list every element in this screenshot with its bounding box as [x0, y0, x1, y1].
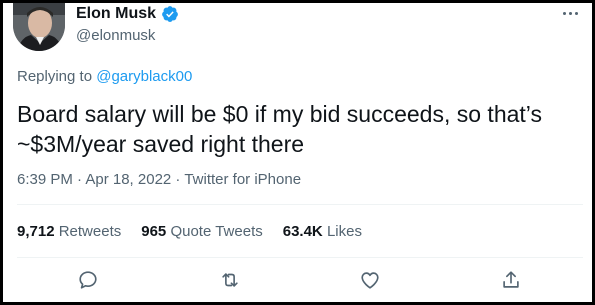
quote-tweets-count: 965	[141, 223, 167, 240]
avatar[interactable]	[13, 3, 65, 51]
more-options-icon[interactable]	[559, 5, 581, 21]
reply-mention-link[interactable]: @garyblack00	[96, 68, 192, 85]
author-name[interactable]: Elon Musk	[76, 5, 156, 23]
reply-button[interactable]	[77, 269, 101, 293]
author-name-row[interactable]: Elon Musk	[76, 5, 179, 23]
likes-count: 63.4K	[282, 223, 323, 240]
replying-to: Replying to @garyblack00	[17, 68, 192, 85]
tweet-text: Board salary will be $0 if my bid succee…	[17, 101, 542, 157]
reply-icon	[79, 271, 97, 289]
divider	[17, 204, 583, 205]
tweet-timestamp-source[interactable]: 6:39 PM · Apr 18, 2022 · Twitter for iPh…	[17, 171, 301, 188]
like-icon	[361, 272, 379, 289]
tweet-card: Elon Musk @elonmusk Replying to @garybla…	[0, 0, 595, 305]
quote-tweets-label: Quote Tweets	[170, 223, 263, 240]
verified-badge-icon	[162, 6, 178, 22]
author-handle[interactable]: @elonmusk	[76, 27, 155, 44]
profile-photo-icon	[13, 3, 65, 51]
retweet-button[interactable]	[219, 269, 243, 293]
share-icon	[503, 271, 519, 288]
engagement-stats: 9,712 Retweets 965 Quote Tweets 63.4K Li…	[17, 223, 362, 240]
retweets-label: Retweets	[58, 223, 122, 240]
likes-label: Likes	[326, 223, 362, 240]
likes-stat[interactable]: 63.4K Likes	[283, 223, 362, 240]
retweets-count: 9,712	[17, 223, 55, 240]
retweet-icon	[222, 273, 238, 287]
quote-tweets-stat[interactable]: 965 Quote Tweets	[141, 223, 262, 240]
replying-to-label: Replying to	[17, 68, 93, 85]
action-bar	[3, 269, 595, 297]
retweets-stat[interactable]: 9,712 Retweets	[17, 223, 121, 240]
share-button[interactable]	[500, 269, 524, 293]
divider	[17, 257, 583, 258]
like-button[interactable]	[359, 269, 383, 293]
